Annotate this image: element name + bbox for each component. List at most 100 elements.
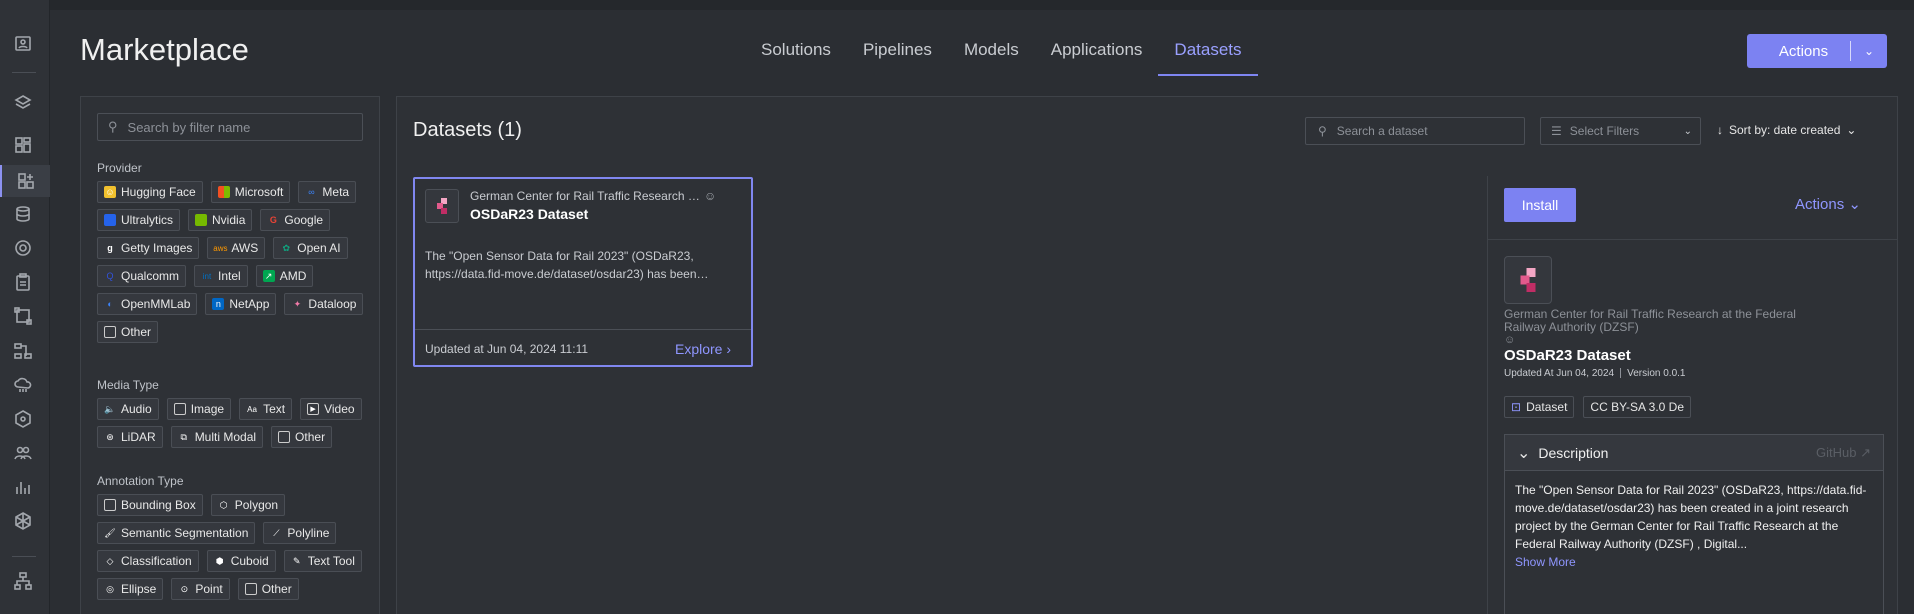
dataset-logo <box>1504 256 1552 304</box>
clipboard-icon[interactable] <box>12 271 34 293</box>
pipeline-icon[interactable] <box>12 340 34 362</box>
polyline-icon: ⟋ <box>273 527 280 538</box>
search-icon: ⚲ <box>108 119 118 134</box>
chip-media-other[interactable]: Other <box>271 426 333 448</box>
network-icon[interactable] <box>12 408 34 430</box>
analytics-icon[interactable] <box>12 476 34 498</box>
chip-cuboid[interactable]: ⬢ Cuboid <box>206 550 276 572</box>
speaker-icon: 🔈 <box>104 403 116 414</box>
media-type-title: Media Type <box>97 378 159 392</box>
team-icon[interactable] <box>12 442 34 464</box>
tab-models[interactable]: Models <box>948 24 1035 76</box>
chip-lidar[interactable]: ⊛ LiDAR <box>97 426 163 448</box>
hugging-face-icon: ☺ <box>104 186 116 198</box>
chip-openmmlab[interactable]: ◐ OpenMMLab <box>97 293 198 315</box>
tab-pipelines[interactable]: Pipelines <box>847 24 948 76</box>
image-icon <box>173 403 186 415</box>
chip-annotation-other[interactable]: Other <box>237 578 299 600</box>
chip-aws[interactable]: aws AWS <box>207 237 266 259</box>
person-icon: ☺ <box>1504 334 1516 346</box>
point-icon: ⊙ <box>180 583 189 594</box>
lidar-icon: ⊛ <box>106 431 114 442</box>
contacts-icon[interactable] <box>12 32 34 54</box>
chevron-down-icon: ⌄ <box>1683 125 1692 137</box>
explore-link[interactable]: Explore › <box>675 341 731 357</box>
tab-datasets[interactable]: Datasets <box>1158 24 1258 76</box>
detail-actions-dropdown[interactable]: Actions ⌄ <box>1795 195 1861 213</box>
chip-semantic-segmentation[interactable]: 🖌 Semantic Segmentation <box>97 522 256 544</box>
netapp-icon: n <box>212 298 225 310</box>
chip-ellipse[interactable]: ◎ Ellipse <box>97 578 164 600</box>
chip-microsoft[interactable]: Microsoft <box>210 181 291 203</box>
detail-meta: Updated At Jun 04, 2024 Version 0.0.1 <box>1504 368 1686 379</box>
chevron-right-icon: › <box>726 341 732 357</box>
dashboard-icon[interactable] <box>12 134 34 156</box>
dataset-logo <box>425 189 459 223</box>
chip-google[interactable]: G Google <box>260 209 331 231</box>
chip-point[interactable]: ⊙ Point <box>171 578 230 600</box>
chip-ultralytics[interactable]: Ultralytics <box>97 209 181 231</box>
chip-qualcomm[interactable]: Q Qualcomm <box>97 265 187 287</box>
getty-icon: g <box>107 243 113 253</box>
aws-icon: aws <box>213 243 228 253</box>
text-icon: Aa <box>247 404 257 414</box>
chip-nvidia[interactable]: Nvidia <box>188 209 253 231</box>
chip-multi-modal[interactable]: ⧉ Multi Modal <box>170 426 264 448</box>
sort-arrow-icon: ↓ <box>1717 123 1723 137</box>
actions-label: Actions <box>1778 42 1829 60</box>
chip-text-tool[interactable]: ✎ Text Tool <box>283 550 362 572</box>
chevron-down-icon[interactable]: ⌄ <box>1851 44 1887 58</box>
filter-search-input[interactable]: ⚲ Search by filter name <box>97 113 363 141</box>
layers-icon[interactable] <box>12 92 34 114</box>
header-actions-button[interactable]: Actions ⌄ <box>1747 34 1887 68</box>
chip-classification[interactable]: ◇ Classification <box>97 550 199 572</box>
install-button[interactable]: Install <box>1504 188 1576 222</box>
show-more-link[interactable]: Show More <box>1515 555 1576 569</box>
ellipse-icon: ◎ <box>106 583 114 594</box>
sort-dropdown[interactable]: ↓ Sort by: date created ⌄ <box>1717 123 1856 137</box>
google-icon: G <box>269 215 277 225</box>
chip-intel[interactable]: int Intel <box>194 265 248 287</box>
select-filters-dropdown[interactable]: ☰ Select Filters ⌄ <box>1540 117 1701 145</box>
chip-getty-images[interactable]: g Getty Images <box>97 237 200 259</box>
chip-open-ai[interactable]: ✿ Open AI <box>273 237 348 259</box>
chip-text[interactable]: Aa Text <box>239 398 293 420</box>
detail-tags: ⊡ Dataset CC BY-SA 3.0 De <box>1504 396 1692 418</box>
qualcomm-icon: Q <box>106 271 114 281</box>
dataset-card[interactable]: German Center for Rail Traffic Research … <box>413 177 753 367</box>
hub-icon[interactable] <box>12 510 34 532</box>
org-chart-icon[interactable] <box>12 570 34 592</box>
chip-audio[interactable]: 🔈 Audio <box>97 398 159 420</box>
chip-video[interactable]: ▶ Video <box>300 398 362 420</box>
detail-dataset-name: OSDaR23 Dataset <box>1504 347 1631 364</box>
chip-dataloop[interactable]: ✦ Dataloop <box>284 293 364 315</box>
cloud-icon[interactable] <box>12 374 34 396</box>
search-icon: ⚲ <box>1318 124 1327 138</box>
chip-netapp[interactable]: n NetApp <box>205 293 277 315</box>
settings-icon[interactable] <box>12 237 34 259</box>
chip-bounding-box[interactable]: Bounding Box <box>97 494 203 516</box>
tab-solutions[interactable]: Solutions <box>745 24 847 76</box>
side-nav-rail <box>0 0 50 614</box>
bounding-box-icon[interactable] <box>12 305 34 327</box>
card-footer: Updated at Jun 04, 2024 11:11 Explore › <box>415 329 751 367</box>
openmmlab-icon: ◐ <box>107 299 113 309</box>
tag-icon: ◇ <box>106 555 114 566</box>
other-icon <box>278 431 291 443</box>
database-icon[interactable] <box>12 203 34 225</box>
chip-amd[interactable]: ↗ AMD <box>255 265 314 287</box>
tab-applications[interactable]: Applications <box>1035 24 1159 76</box>
github-link[interactable]: GitHub ↗ <box>1816 445 1871 461</box>
chip-polygon[interactable]: ⬡ Polygon <box>210 494 286 516</box>
bounding-box-icon <box>104 499 116 511</box>
chip-hugging-face[interactable]: ☺ Hugging Face <box>97 181 203 203</box>
dataset-search-input[interactable]: ⚲ Search a dataset <box>1305 117 1525 145</box>
chevron-down-icon: ⌄ <box>1848 196 1861 213</box>
meta-icon: ∞ <box>308 187 315 197</box>
chip-image[interactable]: Image <box>166 398 232 420</box>
description-header[interactable]: ⌄ Description GitHub ↗ <box>1505 435 1883 471</box>
chip-provider-other[interactable]: Other <box>97 321 159 343</box>
marketplace-icon[interactable] <box>0 165 50 197</box>
chip-meta[interactable]: ∞ Meta <box>298 181 357 203</box>
chip-polyline[interactable]: ⟋ Polyline <box>263 522 337 544</box>
